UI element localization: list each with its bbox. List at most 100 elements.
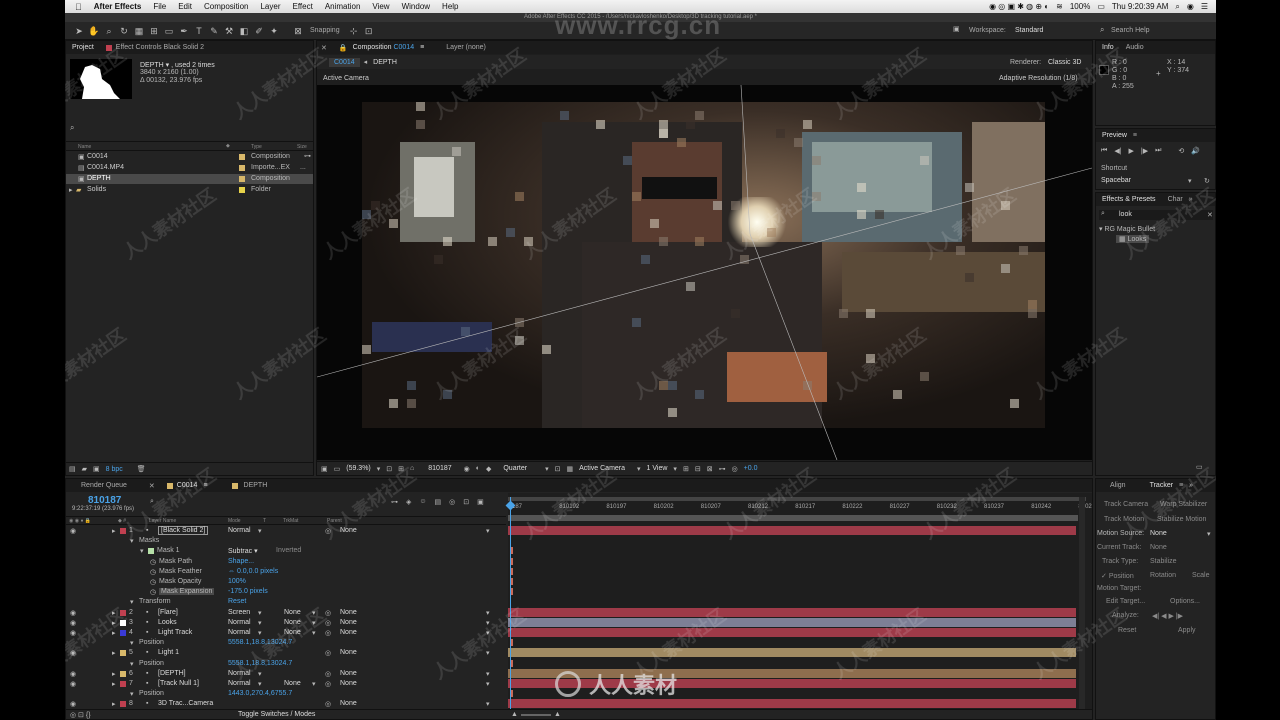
dropdown-icon[interactable]: ▾	[486, 649, 490, 657]
shortcut-select[interactable]: Spacebar	[1101, 177, 1131, 184]
col-parent[interactable]: Parent	[327, 518, 342, 524]
mode-select[interactable]: Screen	[228, 609, 250, 616]
dropdown-icon[interactable]: ▾	[258, 680, 262, 688]
layer-duration-bar[interactable]	[508, 628, 1076, 637]
eye-icon[interactable]: ◉	[70, 629, 76, 637]
layer-duration-bar[interactable]	[508, 607, 1076, 617]
property-value[interactable]: 5558.1,18.8,13024.7	[228, 660, 292, 667]
notification-icon[interactable]: ☰	[1201, 2, 1208, 11]
tab-project[interactable]: Project	[66, 41, 100, 54]
close-icon[interactable]: ✕	[317, 41, 333, 54]
snapshot-icon[interactable]: ◉	[464, 465, 470, 473]
dropdown-icon[interactable]: ▾	[486, 619, 490, 627]
frame-blend-icon[interactable]: ▤	[435, 498, 442, 506]
property-row[interactable]: ◷ Mask Opacity 100%	[66, 577, 506, 587]
eye-icon[interactable]: ◉	[70, 700, 76, 708]
reset-button[interactable]: Reset	[1118, 627, 1136, 634]
snap-option-icon[interactable]: ⊡	[363, 25, 375, 37]
twirl-icon[interactable]: ▸	[112, 609, 116, 617]
eye-icon[interactable]: ◉	[70, 680, 76, 688]
twirl-icon[interactable]: ▸	[112, 629, 116, 637]
dropdown-icon[interactable]: ▾	[486, 680, 490, 688]
interpret-footage-icon[interactable]: ▤	[69, 465, 76, 473]
new-comp-icon[interactable]: ▣	[93, 465, 100, 473]
panel-menu-icon[interactable]: ≡	[203, 482, 207, 489]
snapping-label[interactable]: Snapping	[310, 27, 340, 34]
project-search[interactable]: ⌕	[70, 123, 310, 133]
app-menu[interactable]: After Effects	[88, 2, 148, 11]
battery-level[interactable]: 100%	[1070, 2, 1090, 11]
monitor-icon[interactable]: ▭	[334, 465, 341, 473]
property-value[interactable]: Subtrac ▾	[228, 547, 258, 555]
roto-tool-icon[interactable]: ✐	[253, 25, 265, 37]
dropdown-icon[interactable]: ▾	[312, 680, 316, 688]
layer-duration-bar[interactable]	[508, 699, 1076, 709]
toggle-pixel-icon[interactable]: ⊞	[683, 465, 689, 473]
last-frame-icon[interactable]: ⏭	[1155, 147, 1161, 155]
snap-option-icon[interactable]: ⊹	[348, 25, 360, 37]
zoom-select[interactable]: (59.3%)	[346, 465, 371, 472]
brush-tool-icon[interactable]: ✎	[208, 25, 220, 37]
mode-select[interactable]: Normal	[228, 680, 251, 687]
selection-tool-icon[interactable]: ➤	[73, 25, 85, 37]
first-frame-icon[interactable]: ⏮	[1101, 147, 1107, 155]
label-color-chip[interactable]	[120, 619, 126, 626]
eye-icon[interactable]: ◉	[70, 609, 76, 617]
tab-effects-presets[interactable]: Effects & Presets	[1096, 193, 1162, 206]
stopwatch-icon[interactable]: ◷	[150, 558, 156, 566]
apply-button[interactable]: Apply	[1178, 627, 1196, 634]
spotlight-icon[interactable]: ⌕	[1175, 2, 1179, 12]
current-track-select[interactable]: None	[1150, 544, 1167, 551]
eye-icon[interactable]: ◉	[70, 619, 76, 627]
eye-icon[interactable]: ◉	[70, 527, 76, 535]
parent-select[interactable]: None	[340, 649, 357, 656]
dropdown-icon[interactable]: ▾	[1188, 177, 1192, 185]
time-ruler[interactable]: 187 810192 810197 810202 810207 810212 810217 8…	[508, 502, 1092, 514]
grid-icon[interactable]: ⊞	[398, 465, 404, 473]
twirl-icon[interactable]: ▸	[112, 527, 116, 535]
position-checkbox[interactable]: ✓ Position	[1101, 572, 1134, 580]
tab-tracker[interactable]: Tracker	[1144, 479, 1179, 492]
disclosure-triangle-icon[interactable]: ▸	[69, 186, 73, 194]
renderer-value[interactable]: Classic 3D	[1048, 59, 1081, 66]
layer-row[interactable]: ◉ ▸ 3 ▪ Looks Normal ▾ None ▾ ◎ None ▾	[66, 618, 506, 628]
menu-layer[interactable]: Layer	[254, 2, 286, 11]
dropdown-icon[interactable]: ▾	[486, 670, 490, 678]
dropdown-icon[interactable]: ▾	[258, 670, 262, 678]
trkmat-select[interactable]: None	[284, 619, 301, 626]
tab-composition[interactable]: 🔒 Composition C0014 ≡	[333, 41, 430, 54]
twirl-icon[interactable]: ▾	[130, 639, 134, 647]
clear-search-icon[interactable]: ✕	[1207, 211, 1213, 219]
layer-row[interactable]: ◉ ▸ 8 ▪ 3D Trac...Camera ◎ None ▾	[66, 699, 506, 709]
property-row[interactable]: ▾ Mask 1 Subtrac ▾ Inverted	[66, 546, 506, 556]
property-row[interactable]: ▾ Position 5558.1,18.8,13024.7	[66, 638, 506, 648]
breadcrumb-c0014[interactable]: C0014	[329, 57, 360, 67]
dropdown-icon[interactable]: ▾	[545, 465, 549, 473]
label-color-chip[interactable]	[120, 650, 126, 657]
menu-composition[interactable]: Composition	[198, 2, 254, 11]
pickwhip-icon[interactable]: ◎	[325, 619, 331, 627]
clock[interactable]: Thu 9:20:39 AM	[1112, 2, 1168, 11]
snap-toggle-icon[interactable]: ⊠	[292, 25, 304, 37]
comp-flowchart-icon[interactable]: ⊶	[391, 498, 398, 506]
trash-icon[interactable]: 🗑	[137, 465, 146, 473]
dropdown-icon[interactable]: ▾	[312, 609, 316, 617]
layer-row[interactable]: ◉ ▸ 5 ▪ Light 1 ◎ None ▾	[66, 648, 506, 658]
show-snapshot-icon[interactable]: ◐	[476, 465, 480, 472]
rotate-tool-icon[interactable]: ↻	[118, 25, 130, 37]
wifi-icon[interactable]: ≋	[1056, 2, 1063, 11]
layer-name[interactable]: [Track Null 1]	[158, 680, 199, 687]
eraser-tool-icon[interactable]: ◧	[238, 25, 250, 37]
col-type[interactable]: Type	[251, 144, 262, 150]
parent-select[interactable]: None	[340, 670, 357, 677]
menu-help[interactable]: Help	[436, 2, 464, 11]
twirl-icon[interactable]: ▸	[112, 619, 116, 627]
current-time[interactable]: 810187	[428, 465, 451, 472]
warp-stabilizer-button[interactable]: Warp Stabilizer	[1160, 501, 1207, 508]
menu-animation[interactable]: Animation	[319, 2, 367, 11]
label-color-chip[interactable]	[120, 528, 126, 534]
close-icon[interactable]: ✕	[143, 479, 161, 492]
layer-name[interactable]: Looks	[158, 619, 177, 626]
camera-tool-icon[interactable]: ▦	[133, 25, 145, 37]
label-color-chip[interactable]	[120, 701, 126, 708]
